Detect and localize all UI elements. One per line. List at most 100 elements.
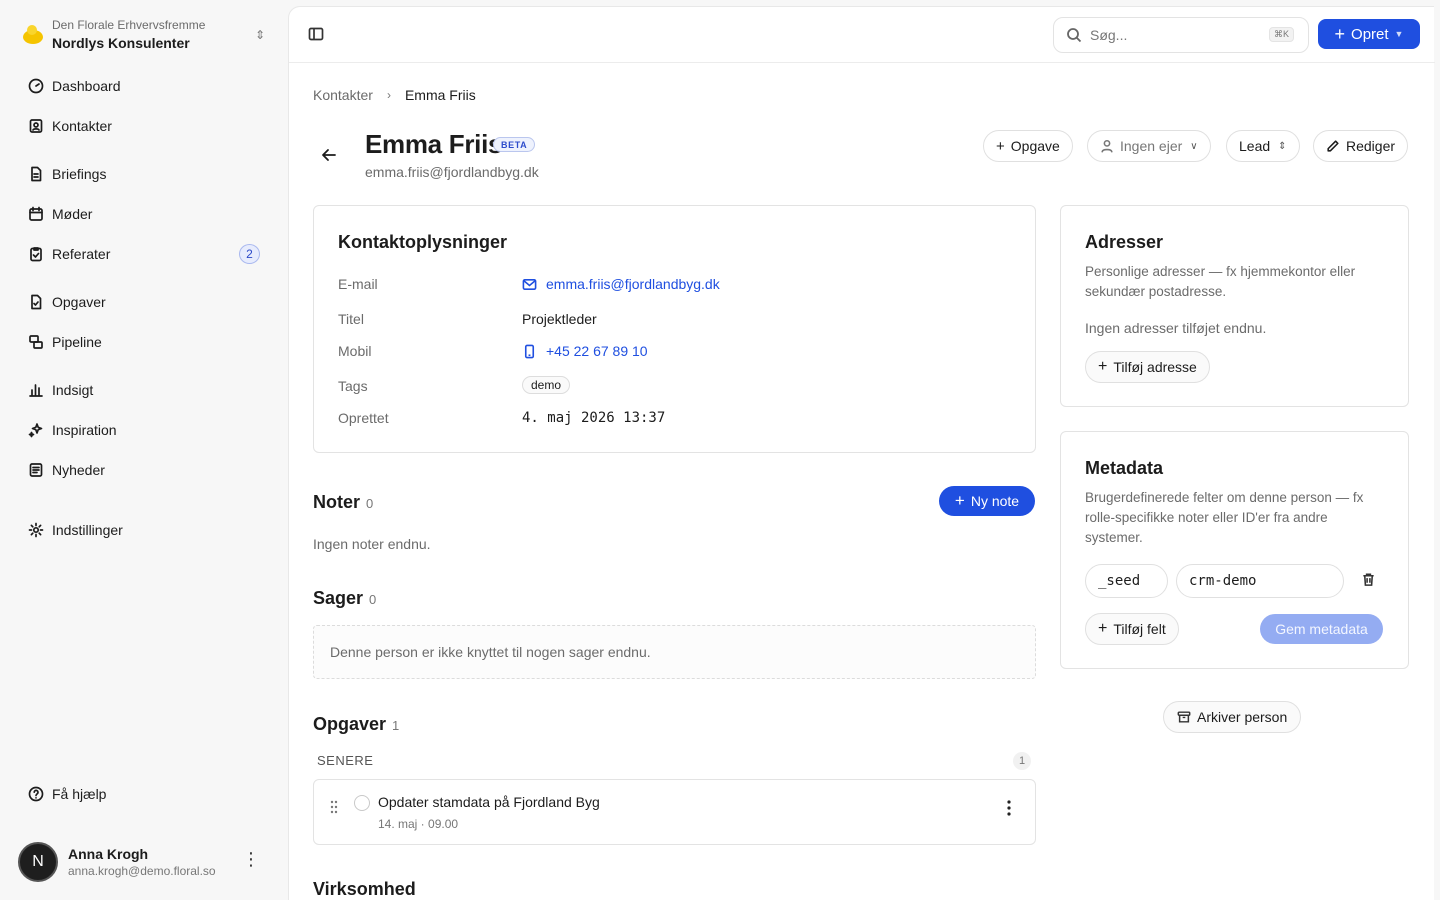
sidebar-item-label: Referater [52,246,111,262]
created-value: 4. maj 2026 13:37 [522,410,666,426]
task-date: 14. maj · 09.00 [378,817,459,831]
person-email-subtitle: emma.friis@fjordlandbyg.dk [365,164,539,180]
clipboard-icon [30,247,42,262]
workspace-switcher[interactable]: Den Florale Erhvervsfremme Nordlys Konsu… [22,14,268,56]
workspace-org: Den Florale Erhvervsfremme [52,18,206,32]
notes-empty: Ingen noter endnu. [313,536,431,552]
avatar: N [18,842,58,882]
contact-info-card: Kontaktoplysninger E-mail emma.friis@fjo… [313,205,1036,453]
title-label: Titel [338,311,364,327]
pencil-icon [1327,140,1339,152]
referater-count-badge: 2 [239,244,260,264]
contacts-icon [29,119,43,133]
tag-chip: demo [522,376,571,394]
created-label: Oprettet [338,410,389,426]
sidebar-item-opgaver[interactable]: Opgaver [18,286,270,318]
drag-handle-icon[interactable] [330,800,338,814]
sidebar-item-indstillinger[interactable]: Indstillinger [18,514,270,546]
email-link[interactable]: emma.friis@fjordlandbyg.dk [522,276,720,292]
stage-select[interactable]: Lead ⇕ [1226,130,1300,162]
task-checkbox[interactable] [354,795,370,811]
sidebar-item-briefings[interactable]: Briefings [18,158,270,190]
sidebar-item-kontakter[interactable]: Kontakter [18,110,270,142]
sidebar-item-inspiration[interactable]: Inspiration [18,414,270,446]
metadata-card: Metadata Brugerdefinerede felter om denn… [1060,431,1409,669]
breadcrumb-current: Emma Friis [404,87,476,103]
sidebar-item-referater[interactable]: Referater 2 [18,238,270,270]
mail-icon [522,278,537,290]
sidebar-item-pipeline[interactable]: Pipeline [18,326,270,358]
notes-count: 0 [366,496,374,511]
help-link[interactable]: Få hjælp [18,778,270,810]
archive-person-button[interactable]: Arkiver person [1163,701,1302,733]
phone-icon [524,344,535,358]
email-label: E-mail [338,276,378,292]
plus-icon: + [996,137,1005,155]
sidebar-item-nyheder[interactable]: Nyheder [18,454,270,486]
trash-icon[interactable] [1361,572,1377,588]
company-heading: Virksomhed [313,879,416,899]
search-input[interactable]: Søg... ⌘K [1053,17,1309,53]
chevron-down-icon: ▼ [1394,29,1404,39]
document-icon [31,166,42,182]
user-name: Anna Krogh [68,846,149,862]
owner-select[interactable]: Ingen ejer ∨ [1087,130,1211,162]
chevron-up-down-icon: ⇕ [254,28,266,42]
breadcrumb: Kontakter › Emma Friis [313,87,476,103]
notes-heading: Noter 0 [313,492,374,512]
mobile-link[interactable]: +45 22 67 89 10 [522,343,648,359]
new-note-button[interactable]: + Ny note [939,486,1035,516]
user-email: anna.krogh@demo.floral.so [68,864,216,878]
more-vertical-icon[interactable]: ⋮ [242,850,260,868]
calendar-icon [29,206,43,221]
addresses-description: Personlige adresser — fx hjemmekontor el… [1085,264,1356,299]
sidebar-item-label: Indsigt [52,382,94,398]
gauge-icon [28,78,44,94]
sidebar-item-label: Møder [52,206,93,222]
gear-icon [28,522,44,538]
task-title: Opdater stamdata på Fjordland Byg [378,794,600,810]
sidebar-item-dashboard[interactable]: Dashboard [18,70,270,102]
task-group-count: 1 [1013,752,1031,770]
chevron-right-icon: › [386,88,391,102]
mobile-label: Mobil [338,343,372,359]
metadata-description: Brugerdefinerede felter om denne person … [1085,490,1364,545]
task-group-label: SENERE [317,753,374,768]
save-metadata-button[interactable]: Gem metadata [1260,614,1383,644]
tags-label: Tags [338,378,368,394]
sidebar-item-indsigt[interactable]: Indsigt [18,374,270,406]
sidebar-toggle-icon[interactable] [308,26,326,44]
plus-icon: + [954,491,965,510]
metadata-title: Metadata [1085,458,1164,478]
task-row[interactable]: Opdater stamdata på Fjordland Byg 14. ma… [313,779,1036,845]
more-vertical-icon[interactable] [1007,800,1011,816]
create-button[interactable]: + Opret ▼ [1318,19,1420,49]
sidebar-item-label: Pipeline [52,334,102,350]
sidebar-item-moeder[interactable]: Møder [18,198,270,230]
back-arrow-icon[interactable] [321,147,339,165]
help-label: Få hjælp [52,786,107,802]
cases-heading: Sager 0 [313,588,377,608]
add-address-button[interactable]: + Tilføj adresse [1085,351,1210,383]
search-shortcut: ⌘K [1268,27,1294,42]
user-profile[interactable]: N Anna Krogh anna.krogh@demo.floral.so ⋮ [18,840,270,884]
chevron-up-down-icon: ⇕ [1278,140,1287,152]
sidebar-item-label: Inspiration [52,422,117,438]
archive-icon [1177,711,1191,723]
topbar: Søg... ⌘K + Opret ▼ [289,7,1435,63]
metadata-value-input[interactable]: crm-demo [1176,564,1344,598]
add-task-button[interactable]: + Opgave [983,130,1073,162]
sidebar-item-label: Dashboard [52,78,121,94]
chart-icon [29,384,43,397]
add-field-button[interactable]: + Tilføj felt [1085,613,1179,645]
cases-count: 0 [369,592,377,607]
addresses-card: Adresser Personlige adresser — fx hjemme… [1060,205,1409,407]
tasks-count: 1 [392,718,400,733]
edit-button[interactable]: Rediger [1313,130,1409,162]
breadcrumb-parent[interactable]: Kontakter [313,87,373,103]
pipeline-icon [29,335,43,349]
search-icon [1067,28,1082,43]
sidebar-item-label: Nyheder [52,462,105,478]
metadata-key-input[interactable]: _seed [1085,564,1168,598]
sidebar-item-label: Opgaver [52,294,106,310]
